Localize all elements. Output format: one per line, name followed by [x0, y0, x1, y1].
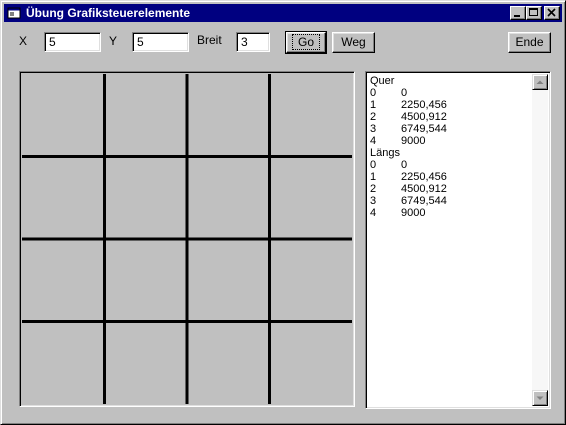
ende-button[interactable]: Ende: [508, 32, 551, 53]
list-item-value: 9000: [401, 135, 426, 147]
close-icon: [547, 8, 556, 17]
list-item-label: Längs: [370, 147, 400, 159]
y-input[interactable]: 5: [132, 32, 189, 52]
minimize-icon: [514, 15, 520, 17]
breit-label: Breit: [197, 33, 222, 47]
list-item-label: 1: [370, 99, 377, 111]
main-window: Übung Grafiksteuerelemente X 5 Y 5 Breit…: [0, 0, 566, 425]
list-item-label: Quer: [370, 75, 395, 87]
go-button-label: Go: [291, 34, 320, 50]
list-item-value: 6749,544: [401, 195, 447, 207]
vertical-scrollbar[interactable]: [532, 74, 548, 406]
values-list[interactable]: Quer 0 0 1 2250,456 2 4500,912 3 6749,544 4 9000 Lä…: [365, 71, 551, 409]
list-item-value: 0: [401, 159, 408, 171]
list-item-label: 3: [370, 123, 377, 135]
list-item-label: 3: [370, 195, 377, 207]
scroll-down-button[interactable]: [532, 390, 548, 406]
grid-drawing: [22, 74, 352, 404]
scroll-down-icon: [536, 396, 544, 400]
list-item-label: 2: [370, 111, 377, 123]
list-item-value: 4500,912: [401, 111, 447, 123]
list-item-value: 4500,912: [401, 183, 447, 195]
maximize-icon: [529, 8, 538, 16]
breit-input[interactable]: 3: [236, 32, 270, 52]
list-item-value: 0: [401, 87, 408, 99]
window-title: Übung Grafiksteuerelemente: [26, 6, 191, 20]
maximize-button[interactable]: [526, 6, 542, 20]
title-bar[interactable]: Übung Grafiksteuerelemente: [4, 4, 562, 22]
grid-picture-box[interactable]: [19, 71, 355, 407]
list-item-value: 6749,544: [401, 123, 447, 135]
list-item-label: 1: [370, 171, 377, 183]
list-item-label: 2: [370, 183, 377, 195]
go-button[interactable]: Go: [285, 31, 327, 54]
weg-button[interactable]: Weg: [332, 32, 375, 53]
scroll-up-icon: [536, 80, 544, 84]
y-label: Y: [109, 34, 118, 48]
x-input[interactable]: 5: [44, 32, 101, 52]
list-item-value: 9000: [401, 207, 426, 219]
list-item-value: 2250,456: [401, 99, 447, 111]
list-item-label: 4: [370, 135, 377, 147]
x-label: X: [19, 34, 28, 48]
list-item-value: 2250,456: [401, 171, 447, 183]
list-item-label: 4: [370, 207, 377, 219]
vb-form-icon: [7, 7, 21, 19]
list-item-label: 0: [370, 159, 377, 171]
scroll-up-button[interactable]: [532, 74, 548, 90]
list-item-label: 0: [370, 87, 377, 99]
close-button[interactable]: [544, 6, 560, 20]
minimize-button[interactable]: [510, 6, 526, 20]
